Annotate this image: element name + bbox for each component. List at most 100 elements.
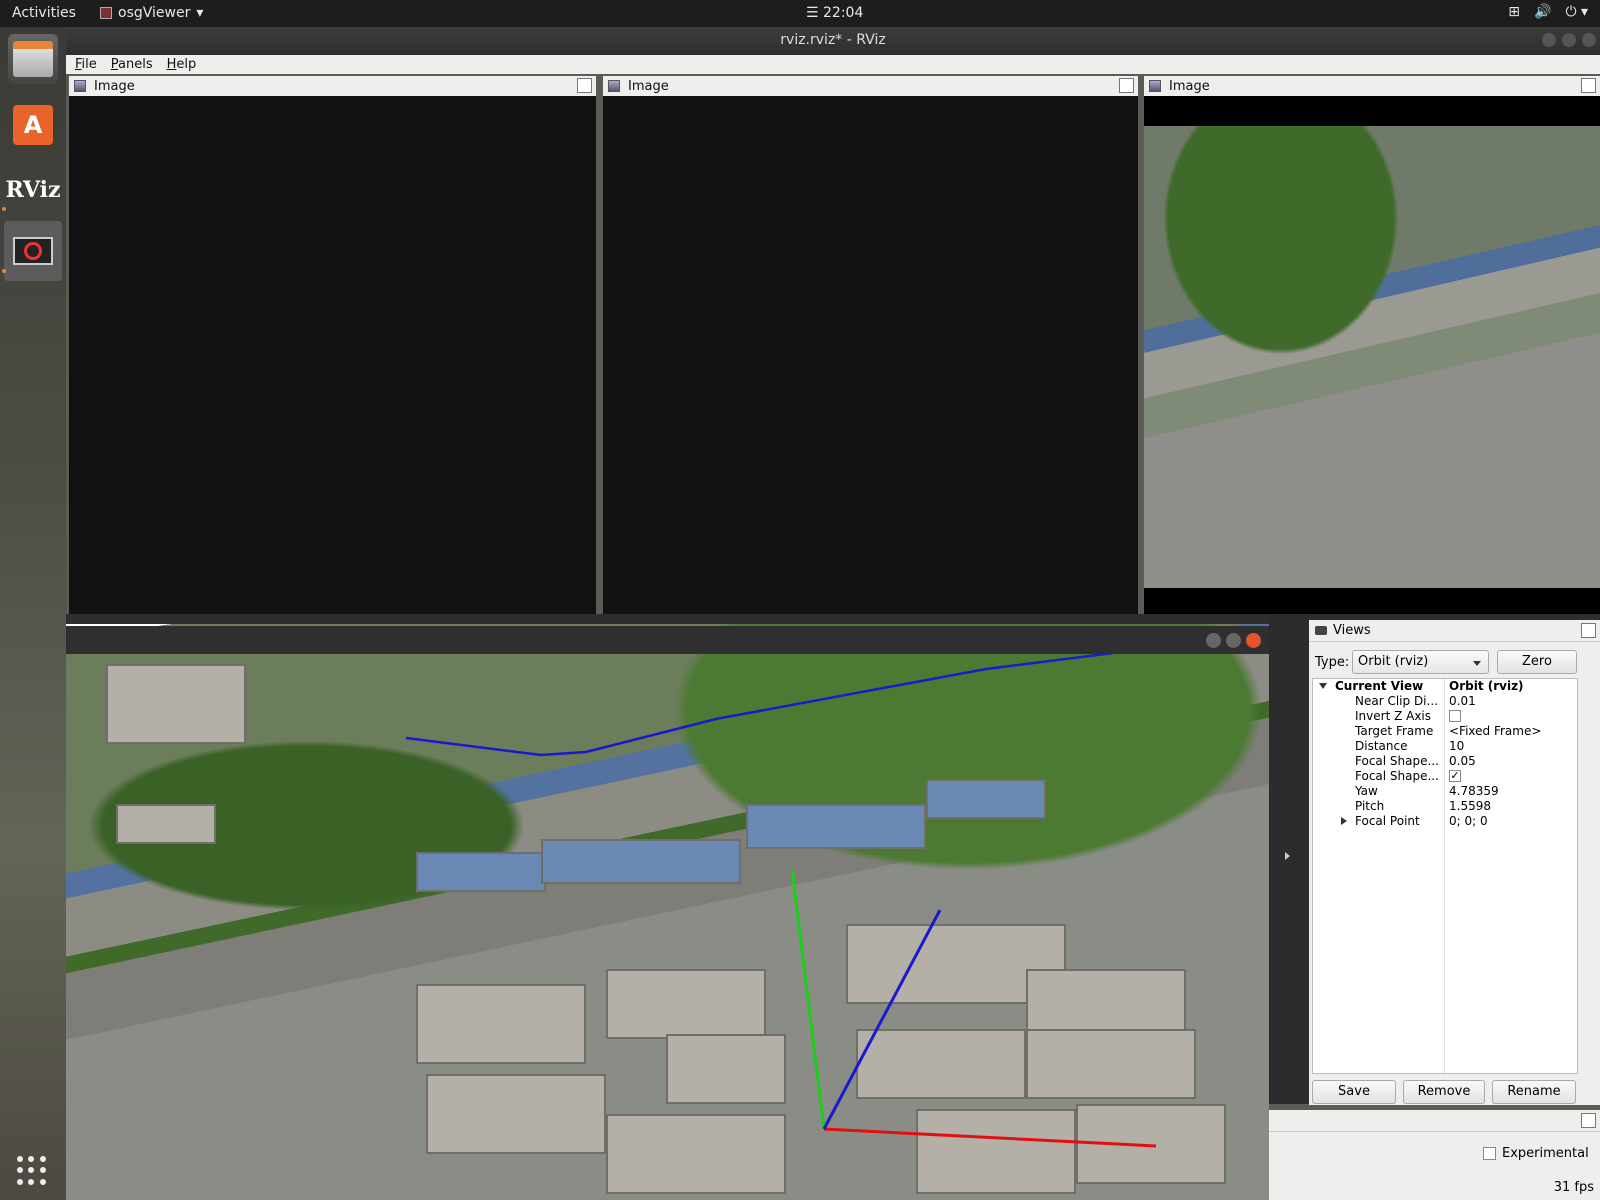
clock[interactable]: ☰ 22:04 [806,5,863,21]
pitch-row[interactable]: Pitch 1.5598 [1313,799,1577,814]
files-icon[interactable] [8,34,58,84]
view-properties-tree[interactable]: Current View Orbit (rviz) Near Clip Di...… [1312,678,1578,1074]
activities-button[interactable]: Activities [12,5,76,21]
app-menu[interactable]: osgViewer ▾ [100,5,203,21]
property-value[interactable]: <Fixed Frame> [1449,724,1541,739]
expand-arrow-icon[interactable] [1319,683,1327,693]
minimize-icon[interactable] [1206,633,1221,648]
menu-help[interactable]: Help [167,55,197,74]
distance-row[interactable]: Distance 10 [1313,739,1577,754]
window-titlebar: rviz.rviz* - RViz [66,27,1600,55]
rviz-icon-label: RViz [5,177,61,203]
property-label: Near Clip Di... [1355,694,1438,708]
running-indicator [2,269,6,273]
invert-z-row[interactable]: Invert Z Axis [1313,709,1577,724]
current-view-value: Orbit (rviz) [1449,679,1524,693]
panel-undock-checkbox[interactable] [1119,78,1134,93]
focal-shape-size-row[interactable]: Focal Shape... 0.05 [1313,754,1577,769]
menu-file[interactable]: File [75,55,97,74]
image-panel-header: Image [603,76,1138,96]
panel-undock-checkbox[interactable] [577,78,592,93]
menu-bar: File Panels Help [66,55,1600,74]
system-tray[interactable]: ⊞ 🔊 ⏻ ▾ [1508,4,1588,20]
trajectory-path [405,650,1122,757]
power-icon[interactable]: ⏻ ▾ [1565,4,1588,20]
volume-icon[interactable]: 🔊 [1534,4,1551,20]
views-panel: Views Type: Orbit (rviz) Zero Current Vi… [1309,620,1600,1105]
rviz-icon[interactable]: RViz [5,165,61,215]
property-label: Invert Z Axis [1355,709,1432,723]
3d-viewport[interactable] [66,624,1269,1200]
bottom-panel: Experimental 31 fps [1269,1110,1600,1200]
property-label: Target Frame [1355,724,1434,738]
property-label: Focal Shape... [1355,769,1439,783]
software-store-icon[interactable]: A [8,100,58,150]
panel-undock-checkbox[interactable] [1581,78,1596,93]
app-name: osgViewer [118,5,191,21]
time-panel-header [1269,1110,1600,1132]
experimental-toggle[interactable]: Experimental [1483,1146,1589,1161]
image-icon [1149,80,1161,92]
minimize-icon[interactable] [1542,33,1556,47]
zero-button[interactable]: Zero [1497,650,1577,674]
aerial-city-render [1144,126,1600,588]
property-label: Focal Point [1355,814,1420,828]
focal-shape-fixed-row[interactable]: Focal Shape... ✓ [1313,769,1577,784]
top-bar: Activities osgViewer ▾ ☰ 22:04 ⊞ 🔊 ⏻ ▾ [0,0,1600,27]
menu-panels[interactable]: Panels [111,55,153,74]
property-value[interactable]: 0.01 [1449,694,1476,709]
property-value[interactable]: 1.5598 [1449,799,1491,814]
camera-icon [1315,626,1327,635]
show-applications-icon[interactable] [17,1156,47,1186]
focal-point-row[interactable]: Focal Point 0; 0; 0 [1313,814,1577,829]
trajectory-overlay [405,650,1157,1148]
running-indicator [2,207,6,211]
save-button[interactable]: Save [1312,1080,1396,1104]
fps-readout: 31 fps [1553,1180,1594,1195]
property-value[interactable]: 0; 0; 0 [1449,814,1488,829]
views-header: Views [1309,620,1600,642]
axis-z-blue [822,909,942,1130]
experimental-checkbox[interactable] [1483,1147,1496,1160]
image-panel-header: Image [69,76,596,96]
yaw-row[interactable]: Yaw 4.78359 [1313,784,1577,799]
collapse-panel-arrow-icon[interactable] [1285,852,1294,860]
type-label: Type: [1315,655,1350,670]
rendered-image [1144,96,1600,614]
network-icon[interactable]: ⊞ [1508,4,1520,20]
image-panel-1: Image [69,76,596,614]
property-value[interactable]: 0.05 [1449,754,1476,769]
rename-button[interactable]: Rename [1492,1080,1576,1104]
property-label: Pitch [1355,799,1385,813]
current-view-label: Current View [1335,679,1424,693]
close-icon[interactable] [1582,33,1596,47]
near-clip-row[interactable]: Near Clip Di... 0.01 [1313,694,1577,709]
panel-undock-checkbox[interactable] [1581,623,1596,638]
remove-button[interactable]: Remove [1403,1080,1485,1104]
image-panel-title: Image [1169,78,1210,94]
osgviewer-dock-icon[interactable] [4,221,62,281]
current-view-row[interactable]: Current View Orbit (rviz) [1313,679,1577,694]
property-value[interactable]: 4.78359 [1449,784,1499,799]
property-label: Focal Shape... [1355,754,1439,768]
maximize-icon[interactable] [1226,633,1241,648]
image-panel-header: Image [1144,76,1600,96]
image-panel-title: Image [628,78,669,94]
invert-z-checkbox[interactable] [1449,710,1461,722]
dock: A RViz [0,27,66,1200]
chevron-down-icon: ▾ [196,5,204,21]
maximize-icon[interactable] [1562,33,1576,47]
property-label: Distance [1355,739,1408,753]
experimental-label: Experimental [1502,1146,1589,1161]
focal-shape-checkbox[interactable]: ✓ [1449,770,1461,782]
views-title: Views [1333,623,1371,638]
view-type-select[interactable]: Orbit (rviz) [1352,650,1489,674]
property-value[interactable]: 10 [1449,739,1464,754]
expand-arrow-icon[interactable] [1341,817,1351,825]
osgviewer-titlebar[interactable] [66,626,1269,654]
image-panel-title: Image [94,78,135,94]
target-frame-row[interactable]: Target Frame <Fixed Frame> [1313,724,1577,739]
close-icon[interactable] [1246,633,1261,648]
image-panel-2: Image [603,76,1138,614]
panel-undock-checkbox[interactable] [1581,1113,1596,1128]
